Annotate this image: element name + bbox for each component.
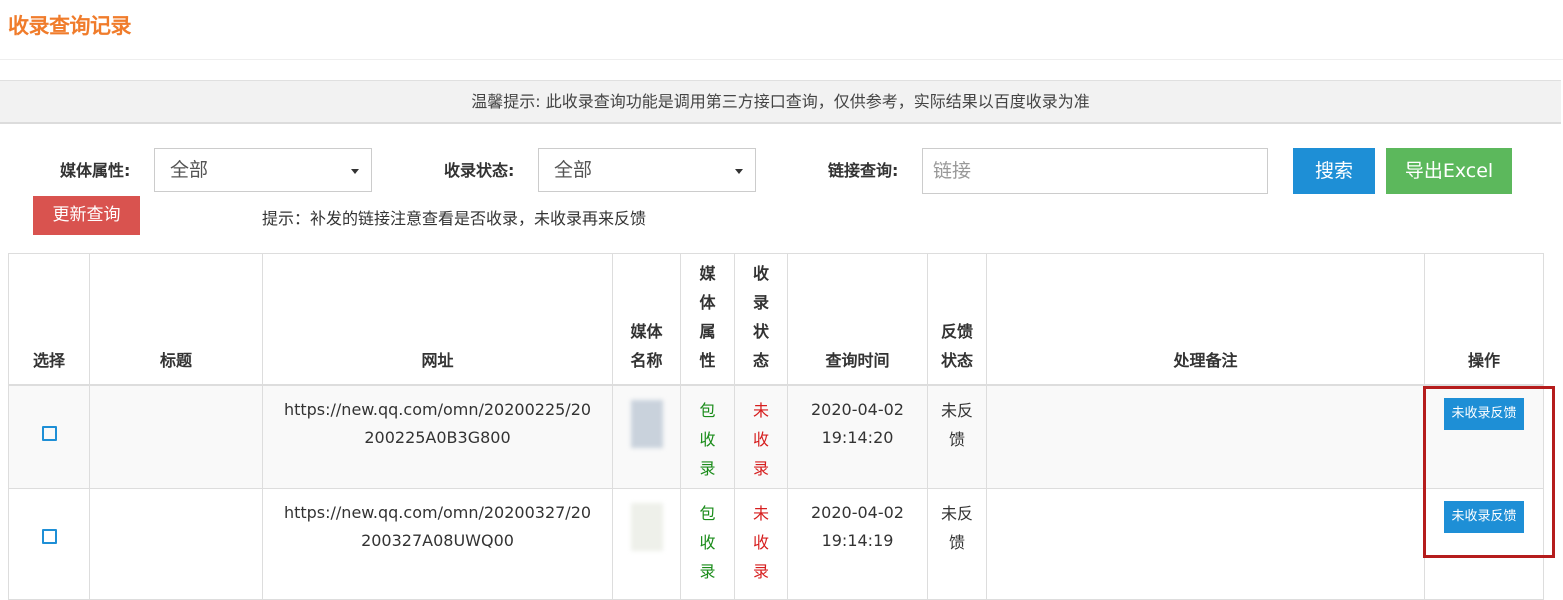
feedback-status-cell: 未反馈 <box>927 488 987 600</box>
media-attr-selected: 全部 <box>170 159 209 181</box>
status-cell: 未收录 <box>734 384 788 489</box>
col-header-remark: 处理备注 <box>986 253 1425 386</box>
col-header-action: 操作 <box>1424 253 1544 386</box>
link-search-input[interactable] <box>922 148 1268 194</box>
col-header-feedback-status-text: 反馈状态 <box>940 322 973 370</box>
chevron-down-icon <box>735 169 743 174</box>
media-attr-select[interactable]: 全部 <box>154 148 372 192</box>
status-select[interactable]: 全部 <box>538 148 756 192</box>
chevron-down-icon <box>351 169 359 174</box>
link-label: 链接查询: <box>828 161 899 180</box>
query-time-cell: 2020-04-02 19:14:20 <box>787 384 928 489</box>
col-header-media-attr: 媒体属性 <box>680 253 735 386</box>
col-header-status-text: 收录状态 <box>752 264 769 370</box>
title-cell <box>89 384 263 489</box>
col-header-title: 标题 <box>89 253 263 386</box>
feedback-status-text: 未反馈 <box>940 401 973 449</box>
select-cell <box>8 384 90 489</box>
media-attr-text: 包收录 <box>699 504 716 581</box>
feedback-status-cell: 未反馈 <box>927 384 987 489</box>
table-row: https://new.qq.com/omn/20200327/20200327… <box>8 488 1544 600</box>
search-button[interactable]: 搜索 <box>1293 148 1375 194</box>
media-attr-label: 媒体属性: <box>60 161 131 180</box>
status-text: 未收录 <box>752 504 769 581</box>
hint-text: 提示：补发的链接注意查看是否收录，未收录再来反馈 <box>262 209 647 228</box>
select-cell <box>8 488 90 600</box>
url-cell: https://new.qq.com/omn/20200225/20200225… <box>262 384 613 489</box>
remark-cell <box>986 384 1425 489</box>
blurred-media-name <box>630 400 663 448</box>
refresh-query-button[interactable]: 更新查询 <box>33 196 140 235</box>
media-attr-cell: 包收录 <box>680 488 735 600</box>
url-cell: https://new.qq.com/omn/20200327/20200327… <box>262 488 613 600</box>
query-time-cell: 2020-04-02 19:14:19 <box>787 488 928 600</box>
col-header-media-name-text: 媒体名称 <box>630 322 663 370</box>
table-header-row: 选择 标题 网址 媒体名称 媒体属性 收录状态 查询时间 反馈状态 处理备注 操… <box>8 253 1544 386</box>
status-label: 收录状态: <box>444 161 515 180</box>
url-text: https://new.qq.com/omn/20200327/20200327… <box>283 503 592 550</box>
title-cell <box>89 488 263 600</box>
status-cell: 未收录 <box>734 488 788 600</box>
media-attr-cell: 包收录 <box>680 384 735 489</box>
page-title: 收录查询记录 <box>8 14 132 38</box>
col-header-query-time: 查询时间 <box>787 253 928 386</box>
row-checkbox[interactable] <box>41 529 57 544</box>
status-selected: 全部 <box>554 159 593 181</box>
col-header-media-name: 媒体名称 <box>612 253 681 386</box>
blurred-media-name <box>630 503 663 551</box>
col-header-feedback-status: 反馈状态 <box>927 253 987 386</box>
annotation-highlight-box <box>1423 386 1555 558</box>
status-text: 未收录 <box>752 401 769 478</box>
table-row: https://new.qq.com/omn/20200225/20200225… <box>8 384 1544 489</box>
query-time-text: 2020-04-02 19:14:19 <box>811 503 904 550</box>
feedback-status-text: 未反馈 <box>940 504 973 552</box>
url-text: https://new.qq.com/omn/20200225/20200225… <box>283 400 592 447</box>
notice-banner: 温馨提示: 此收录查询功能是调用第三方接口查询，仅供参考，实际结果以百度收录为准 <box>0 80 1561 124</box>
col-header-status: 收录状态 <box>734 253 788 386</box>
media-name-cell <box>612 384 681 489</box>
query-time-text: 2020-04-02 19:14:20 <box>811 400 904 447</box>
col-header-select: 选择 <box>8 253 90 386</box>
row-checkbox[interactable] <box>41 426 57 441</box>
media-attr-text: 包收录 <box>699 401 716 478</box>
col-header-media-attr-text: 媒体属性 <box>699 264 716 370</box>
export-excel-button[interactable]: 导出Excel <box>1386 148 1512 194</box>
col-header-url: 网址 <box>262 253 613 386</box>
records-table: 选择 标题 网址 媒体名称 媒体属性 收录状态 查询时间 反馈状态 处理备注 操… <box>8 253 1544 600</box>
remark-cell <box>986 488 1425 600</box>
media-name-cell <box>612 488 681 600</box>
title-divider <box>0 59 1563 60</box>
